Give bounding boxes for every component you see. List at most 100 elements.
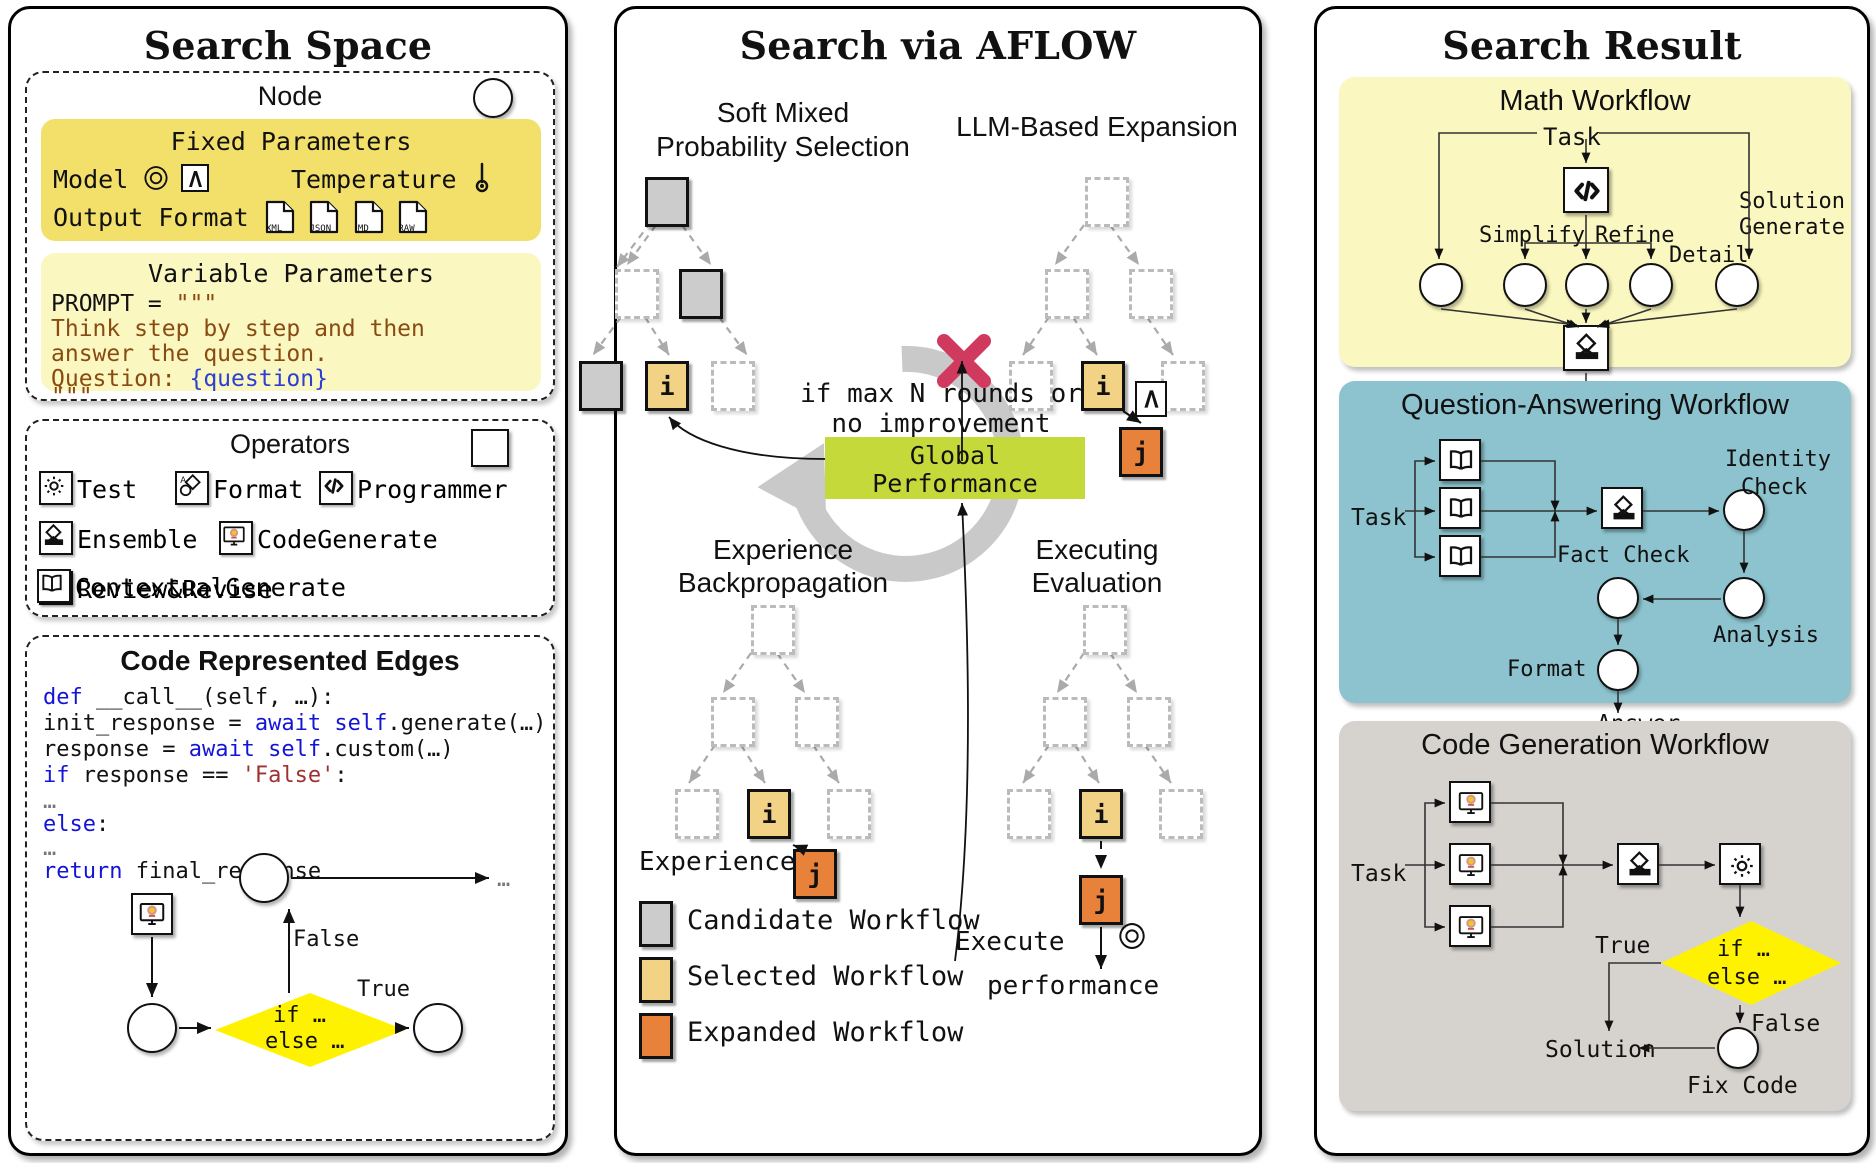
variable-parameters-box: Variable Parameters PROMPT = """ Think s… — [41, 253, 541, 410]
qa-book-icon-3 — [1439, 535, 1481, 577]
ensemble-stamp-icon — [39, 521, 73, 555]
tree1-ghost-l1a — [615, 269, 659, 319]
file-md-label: MD — [357, 224, 369, 234]
math-node-1 — [1419, 263, 1463, 307]
codegen-decision-diamond — [1661, 921, 1841, 1005]
operator-item-ensemble[interactable]: Ensemble — [39, 521, 197, 555]
node-card: Node Fixed Parameters Model Temperature … — [25, 71, 555, 410]
codegen-true-label: True — [1595, 933, 1651, 959]
global-performance-line2: Performance — [872, 469, 1038, 498]
operator-item-format[interactable]: A Format — [175, 471, 303, 505]
math-node-5 — [1715, 263, 1759, 307]
search-space-panel: Search Space Node Fixed Parameters Model — [8, 6, 568, 1156]
flow-node-start — [127, 1003, 177, 1053]
operator-item-programmer[interactable]: Programmer — [319, 471, 508, 505]
math-workflow-title: Math Workflow — [1499, 85, 1691, 117]
codegen-gear-icon — [1719, 843, 1761, 885]
operator-item-test[interactable]: Test — [39, 471, 137, 505]
qa-workflow-arrows — [1405, 456, 1749, 713]
code-line-1: init_response = await self.generate(…) — [43, 711, 547, 736]
math-refine-label: Refine — [1595, 223, 1675, 248]
quadrant-title-experience-line1: Experience — [712, 534, 854, 565]
code-line-4: … — [43, 789, 57, 814]
quadrant-title-evaluation-line1: Executing — [1035, 534, 1159, 565]
legend-label-expanded: Expanded Workflow — [687, 1017, 964, 1048]
codegen-monitor-bulb-icon-1 — [1449, 781, 1491, 823]
variable-parameters-heading: Variable Parameters — [148, 259, 434, 288]
legend-label-candidate: Candidate Workflow — [687, 905, 980, 936]
temperature-label: Temperature — [291, 165, 457, 194]
search-space-title: Search Space — [143, 23, 433, 68]
tree4-ghost-l1a — [1043, 697, 1087, 747]
code-line-0: def __call__(self, …): — [43, 685, 335, 710]
tree1-cand-l1b — [679, 269, 723, 319]
operator-label-format: Format — [213, 475, 304, 504]
prompt-quote-close: """ — [51, 384, 93, 410]
flow-node-true — [413, 1003, 463, 1053]
qa-node-analysis — [1723, 577, 1765, 619]
code-line-6: … — [43, 836, 57, 861]
tree3-ghost-l2a — [675, 789, 719, 839]
aflow-title: Search via AFLOW — [739, 23, 1137, 68]
codegen-workflow-card: Code Generation Workflow Task if … else … — [1339, 721, 1851, 1111]
tree4-expanded-j: j — [1079, 875, 1123, 925]
qa-identity-line1: Identity — [1725, 447, 1831, 472]
tree1-cand-l2a — [579, 361, 623, 411]
math-workflow-card: Math Workflow Task Simplify Refine Detai… — [1339, 77, 1851, 425]
prompt-line-2: answer the question. — [51, 341, 328, 367]
search-result-title: Search Result — [1442, 23, 1742, 68]
global-performance-box: Global Performance — [825, 437, 1085, 499]
open-book-icon — [37, 569, 71, 603]
file-raw-label: RAW — [398, 224, 415, 234]
operator-label-contextualgenerate: ContextualGenerate — [75, 573, 346, 602]
qa-node-format — [1597, 649, 1639, 691]
quadrant-title-llm-expansion: LLM-Based Expansion — [956, 111, 1238, 142]
operator-item-codegenerate[interactable]: CodeGenerate — [219, 521, 438, 555]
qa-node-fact-check — [1597, 577, 1639, 619]
node-circle-glyph — [473, 78, 513, 118]
fixed-parameters-heading: Fixed Parameters — [170, 127, 412, 156]
qa-analysis-label: Analysis — [1713, 623, 1819, 648]
gear-icon — [39, 471, 73, 505]
figure-root: Search Space Node Fixed Parameters Model — [0, 0, 1876, 1163]
prompt-assign-line: PROMPT = """ — [51, 291, 217, 317]
quadrant-title-experience-line2: Backpropagation — [677, 567, 889, 598]
code-brackets-icon — [319, 471, 353, 505]
anthropic-logo-icon — [181, 164, 209, 192]
codegen-diamond-line2: else … — [1707, 965, 1787, 990]
tree3-expanded-label: j — [807, 859, 823, 889]
stop-condition-line1: if max N rounds or — [800, 379, 1082, 409]
operator-label-codegenerate: CodeGenerate — [257, 525, 438, 554]
tree3-ghost-l2c — [827, 789, 871, 839]
tree4-ghost-l1b — [1127, 697, 1171, 747]
flow-diamond-line1: if … — [273, 1003, 326, 1028]
qa-identity-line2: Check — [1741, 475, 1808, 500]
math-node-4 — [1629, 263, 1673, 307]
qa-book-icon-2 — [1439, 487, 1481, 529]
prompt-quote-open: """ — [175, 291, 218, 317]
codegen-workflow-title: Code Generation Workflow — [1421, 729, 1769, 761]
tree4-root — [1083, 605, 1127, 655]
qa-workflow-title: Question-Answering Workflow — [1401, 389, 1789, 421]
codegen-solution-label: Solution — [1545, 1037, 1656, 1063]
flow-ellipsis: … — [497, 867, 511, 892]
prompt-line-1: Think step by step and then — [51, 316, 425, 342]
tree4-ghost-l2c — [1159, 789, 1203, 839]
flow-diamond-line2: else … — [265, 1029, 345, 1054]
file-json-icon: JSON — [307, 199, 341, 235]
file-xml-label: XML — [266, 224, 283, 234]
math-node-3 — [1565, 263, 1609, 307]
flow-monitor-bulb-icon — [131, 893, 173, 935]
qa-book-icon-1 — [1439, 439, 1481, 481]
file-raw-icon: RAW — [396, 199, 430, 235]
math-task-label: Task — [1543, 123, 1601, 151]
tree2-root — [1085, 177, 1129, 227]
codegen-ensemble-stamp-icon — [1617, 843, 1659, 885]
format-shapes-icon: A — [175, 471, 209, 505]
tree4-selected-label: i — [1093, 799, 1109, 829]
codegen-monitor-bulb-icon-2 — [1449, 843, 1491, 885]
quadrant-title-soft-mixed-line2: Probability Selection — [656, 131, 910, 162]
operator-item-contextualgenerate[interactable]: ContextualGenerate — [37, 569, 346, 603]
math-solgen-line2: Generate — [1739, 215, 1845, 240]
tree3-ghost-l1b — [795, 697, 839, 747]
